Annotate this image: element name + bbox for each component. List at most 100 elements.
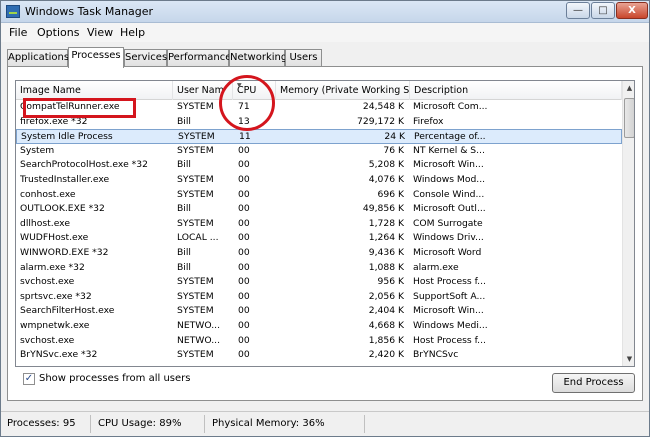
- table-row[interactable]: System SYSTEM 00 76 K NT Kernel & S...: [16, 144, 622, 159]
- tab-services[interactable]: Services: [124, 49, 167, 67]
- table-row[interactable]: System Idle Process SYSTEM 11 24 K Percentag…: [16, 129, 622, 144]
- process-cpu: 00: [238, 290, 250, 302]
- process-description: Microsoft Win...: [413, 159, 484, 171]
- minimize-button[interactable]: —: [566, 2, 590, 19]
- table-row[interactable]: alarm.exe *32 Bill 00 1,088 K alarm.exe: [16, 261, 622, 276]
- process-description: Percentage of...: [414, 131, 486, 143]
- process-user: NETWO...: [177, 319, 220, 331]
- process-memory: 696 K: [377, 188, 404, 200]
- process-memory: 4,076 K: [368, 173, 404, 185]
- table-row[interactable]: OUTLOOK.EXE *32 Bill 00 49,856 K Microsoft O…: [16, 202, 622, 217]
- process-name: WINWORD.EXE *32: [20, 246, 109, 258]
- process-description: NT Kernel & S...: [413, 144, 485, 156]
- process-description: Host Process f...: [413, 276, 486, 288]
- menu-help[interactable]: Help: [120, 26, 145, 39]
- task-manager-window: Windows Task Manager — □ X File Options …: [0, 0, 650, 437]
- table-row[interactable]: SearchProtocolHost.exe *32 Bill 00 5,208 K M…: [16, 158, 622, 173]
- process-description: COM Surrogate: [413, 217, 483, 229]
- process-cpu: 00: [238, 144, 250, 156]
- maximize-button[interactable]: □: [591, 2, 615, 19]
- process-description: Windows Driv...: [413, 232, 484, 244]
- tab-applications[interactable]: Applications: [7, 49, 69, 67]
- process-cpu: 00: [238, 232, 250, 244]
- process-user: Bill: [177, 261, 191, 273]
- process-description: Host Process f...: [413, 334, 486, 346]
- process-user: SYSTEM: [178, 131, 215, 143]
- process-user: NETWO...: [177, 334, 220, 346]
- process-cpu: 00: [238, 246, 250, 258]
- tab-processes[interactable]: Processes: [68, 47, 124, 68]
- process-name: OUTLOOK.EXE *32: [20, 203, 105, 215]
- scroll-thumb[interactable]: [624, 98, 634, 138]
- menu-file[interactable]: File: [9, 26, 27, 39]
- show-all-checkbox[interactable]: ✓: [23, 373, 35, 385]
- process-name: conhost.exe: [20, 188, 76, 200]
- process-memory: 1,728 K: [368, 217, 404, 229]
- process-description: Console Wind...: [413, 188, 485, 200]
- process-name: wmpnetwk.exe: [20, 319, 90, 331]
- table-row[interactable]: wmpnetwk.exe NETWO... 00 4,668 K Windows Med…: [16, 319, 622, 334]
- highlight-circle: [219, 75, 275, 131]
- process-memory: 2,420 K: [368, 349, 404, 361]
- scroll-up-icon[interactable]: ▲: [623, 81, 634, 95]
- process-description: Microsoft Win...: [413, 305, 484, 317]
- menu-options[interactable]: Options: [37, 26, 79, 39]
- status-processes: Processes: 95: [7, 418, 76, 429]
- table-row[interactable]: dllhost.exe SYSTEM 00 1,728 K COM Surrogate: [16, 217, 622, 232]
- process-memory: 24,548 K: [362, 101, 404, 112]
- process-memory: 5,208 K: [368, 159, 404, 171]
- process-user: SYSTEM: [177, 290, 214, 302]
- process-user: SYSTEM: [177, 173, 214, 185]
- process-name: svchost.exe: [20, 276, 75, 288]
- end-process-button[interactable]: End Process: [552, 373, 635, 393]
- process-name: svchost.exe: [20, 334, 75, 346]
- process-memory: 49,856 K: [362, 203, 404, 215]
- process-user: SYSTEM: [177, 144, 214, 156]
- process-rows: CompatTelRunner.exe SYSTEM 71 24,548 K Micro…: [16, 100, 622, 363]
- process-cpu: 00: [238, 217, 250, 229]
- table-row[interactable]: sprtsvc.exe *32 SYSTEM 00 2,056 K SupportSof…: [16, 290, 622, 305]
- table-row[interactable]: WINWORD.EXE *32 Bill 00 9,436 K Microsoft Wo…: [16, 246, 622, 261]
- status-cpu-usage: CPU Usage: 89%: [98, 418, 182, 429]
- close-button[interactable]: X: [616, 2, 648, 19]
- process-memory: 1,088 K: [368, 261, 404, 273]
- process-cpu: 00: [238, 334, 250, 346]
- process-memory: 4,668 K: [368, 319, 404, 331]
- table-row[interactable]: BrYNSvc.exe *32 SYSTEM 00 2,420 K BrYNCSvc: [16, 348, 622, 363]
- process-cpu: 00: [238, 188, 250, 200]
- process-cpu: 00: [238, 349, 250, 361]
- table-row[interactable]: SearchFilterHost.exe SYSTEM 00 2,404 K Micro…: [16, 304, 622, 319]
- process-name: WUDFHost.exe: [20, 232, 89, 244]
- menu-view[interactable]: View: [87, 26, 113, 39]
- status-bar: Processes: 95 CPU Usage: 89% Physical Me…: [1, 411, 649, 436]
- status-separator: [90, 415, 91, 433]
- title-bar: Windows Task Manager — □ X: [1, 1, 649, 23]
- tab-performance[interactable]: Performance: [167, 49, 231, 67]
- process-memory: 76 K: [383, 144, 404, 156]
- column-memory[interactable]: Memory (Private Working Set): [276, 81, 410, 100]
- process-user: SYSTEM: [177, 188, 214, 200]
- process-cpu: 11: [239, 131, 251, 143]
- process-description: Microsoft Outl...: [413, 203, 486, 215]
- tab-networking[interactable]: Networking: [229, 49, 287, 67]
- scroll-down-icon[interactable]: ▼: [623, 352, 634, 366]
- process-description: Windows Mod...: [413, 173, 486, 185]
- table-row[interactable]: WUDFHost.exe LOCAL ... 00 1,264 K Windows Dr…: [16, 231, 622, 246]
- process-cpu: 00: [238, 319, 250, 331]
- process-description: SupportSoft A...: [413, 290, 486, 302]
- process-memory: 9,436 K: [368, 246, 404, 258]
- column-description[interactable]: Description: [410, 81, 622, 100]
- vertical-scrollbar[interactable]: ▲ ▼: [622, 81, 634, 366]
- process-cpu: 00: [238, 203, 250, 215]
- tab-users[interactable]: Users: [285, 49, 322, 67]
- table-row[interactable]: svchost.exe NETWO... 00 1,856 K Host Process…: [16, 334, 622, 349]
- table-row[interactable]: svchost.exe SYSTEM 00 956 K Host Process f..…: [16, 275, 622, 290]
- table-row[interactable]: conhost.exe SYSTEM 00 696 K Console Wind...: [16, 188, 622, 203]
- process-name: System Idle Process: [21, 131, 113, 143]
- show-all-label: Show processes from all users: [39, 373, 191, 384]
- process-cpu: 00: [238, 305, 250, 317]
- process-cpu: 00: [238, 261, 250, 273]
- process-description: Microsoft Word: [413, 246, 482, 258]
- table-row[interactable]: TrustedInstaller.exe SYSTEM 00 4,076 K Windo…: [16, 173, 622, 188]
- process-memory: 1,856 K: [368, 334, 404, 346]
